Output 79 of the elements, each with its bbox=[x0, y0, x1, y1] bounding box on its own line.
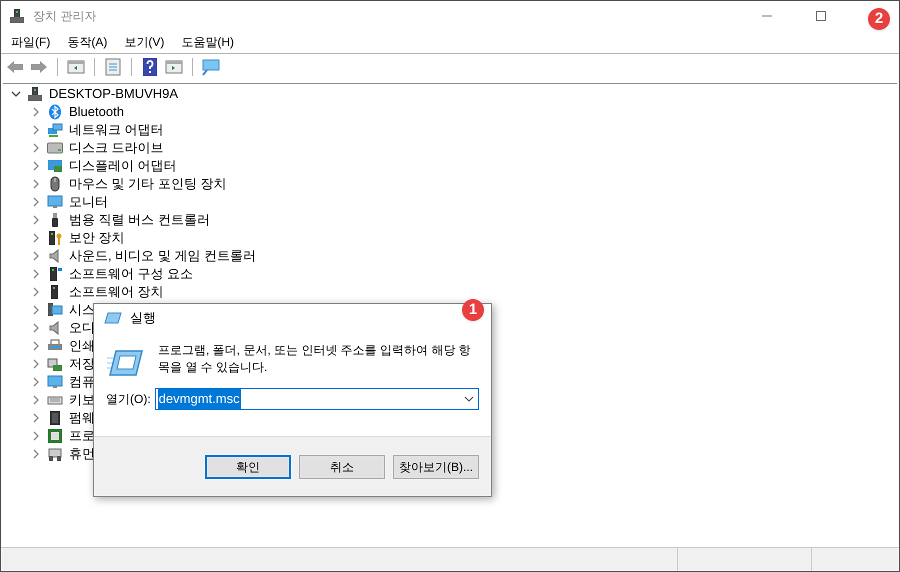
tree-item[interactable]: 디스크 드라이브 bbox=[69, 138, 164, 158]
tree-item[interactable]: 컴퓨 bbox=[69, 372, 95, 392]
tree-item[interactable]: 키보 bbox=[69, 390, 95, 410]
field-value: devmgmt.msc bbox=[158, 389, 241, 409]
step-badge: 1 bbox=[462, 299, 484, 321]
tree-item[interactable]: 저장 bbox=[69, 354, 95, 374]
tower-icon bbox=[47, 266, 63, 282]
bluetooth-icon bbox=[47, 104, 63, 120]
processor-icon bbox=[47, 428, 63, 444]
chevron-right-icon[interactable] bbox=[31, 143, 41, 153]
menu-item[interactable]: 보기(V) bbox=[124, 33, 164, 51]
chevron-right-icon[interactable] bbox=[31, 197, 41, 207]
key-tower-icon bbox=[47, 230, 63, 246]
chevron-right-icon[interactable] bbox=[31, 107, 41, 117]
network-icon bbox=[47, 122, 63, 138]
dialog-button[interactable]: 찾아보기(B)... bbox=[393, 454, 479, 478]
tree-item[interactable]: 디스플레이 어댑터 bbox=[69, 156, 177, 176]
chevron-right-icon[interactable] bbox=[31, 125, 41, 135]
monitor-icon bbox=[47, 194, 63, 210]
display-adapter-icon bbox=[47, 158, 63, 174]
monitor-icon bbox=[47, 374, 63, 390]
gamepad-icon bbox=[47, 446, 63, 462]
tree-item[interactable]: 소프트웨어 장치 bbox=[69, 282, 164, 302]
tree-item[interactable]: 오디 bbox=[69, 318, 95, 338]
chevron-right-icon[interactable] bbox=[31, 215, 41, 225]
window-title: 장치 관리자 bbox=[33, 8, 96, 25]
computer-icon bbox=[47, 302, 63, 318]
scan-monitor-icon[interactable] bbox=[201, 56, 221, 76]
chevron-right-icon[interactable] bbox=[31, 395, 41, 405]
dialog-message: 프로그램, 폴더, 문서, 또는 인터넷 주소를 입력하여 해당 항목을 열 수 있습니다. bbox=[158, 342, 472, 376]
tree-item[interactable]: 사운드, 비디오 및 게임 컨트롤러 bbox=[69, 246, 256, 266]
chevron-right-icon[interactable] bbox=[31, 341, 41, 351]
chevron-right-icon[interactable] bbox=[31, 305, 41, 315]
menu-item[interactable]: 동작(A) bbox=[67, 33, 108, 51]
tree-item[interactable]: DESKTOP-BMUVH9A bbox=[49, 84, 178, 104]
tree-item[interactable]: 마우스 및 기타 포인팅 장치 bbox=[69, 174, 226, 194]
tree-item[interactable]: 시스 bbox=[69, 300, 95, 320]
storage-icon bbox=[47, 356, 63, 372]
chevron-right-icon[interactable] bbox=[31, 161, 41, 171]
tree-item[interactable]: 소프트웨어 구성 요소 bbox=[69, 264, 194, 284]
app-icon bbox=[9, 8, 25, 24]
chip-icon bbox=[47, 410, 63, 426]
chevron-right-icon[interactable] bbox=[31, 431, 41, 441]
chevron-right-icon[interactable] bbox=[31, 377, 41, 387]
tree-item[interactable]: 모니터 bbox=[69, 192, 108, 212]
menu-item[interactable]: 도움말(H) bbox=[181, 33, 234, 51]
tree-item[interactable]: 휴먼 bbox=[69, 444, 95, 464]
chevron-right-icon[interactable] bbox=[31, 233, 41, 243]
chevron-right-icon[interactable] bbox=[31, 251, 41, 261]
chevron-down-icon[interactable] bbox=[11, 89, 21, 99]
chevron-right-icon[interactable] bbox=[31, 359, 41, 369]
help-icon[interactable] bbox=[140, 56, 160, 76]
tree-item[interactable]: 보안 장치 bbox=[69, 228, 125, 248]
menu-item[interactable]: 파일(F) bbox=[11, 33, 50, 51]
chevron-right-icon[interactable] bbox=[31, 449, 41, 459]
tree-item[interactable]: 프로 bbox=[69, 426, 95, 446]
maximize-icon[interactable] bbox=[815, 10, 827, 22]
chevron-right-icon[interactable] bbox=[31, 287, 41, 297]
drive-icon bbox=[47, 140, 63, 156]
tree-item[interactable]: 인쇄 bbox=[69, 336, 95, 356]
chevron-right-icon[interactable] bbox=[31, 269, 41, 279]
run-icon bbox=[106, 348, 144, 378]
tree-item[interactable]: Bluetooth bbox=[69, 102, 124, 122]
field-label: 열기(O): bbox=[106, 391, 151, 408]
chevron-right-icon[interactable] bbox=[31, 323, 41, 333]
dialog-button[interactable]: 확인 bbox=[205, 454, 291, 478]
dialog-title: 실행 bbox=[130, 309, 156, 328]
tree-item[interactable]: 네트워크 어댑터 bbox=[69, 120, 164, 140]
run-icon bbox=[104, 312, 122, 324]
tree-item[interactable]: 펌웨 bbox=[69, 408, 95, 428]
properties-icon[interactable] bbox=[103, 56, 123, 76]
dialog-button[interactable]: 취소 bbox=[299, 454, 385, 478]
dropdown-caret-icon[interactable] bbox=[464, 394, 474, 404]
computer-icon bbox=[27, 86, 43, 102]
chevron-right-icon[interactable] bbox=[31, 179, 41, 189]
open-field[interactable]: devmgmt.msc bbox=[154, 388, 479, 410]
chevron-right-icon[interactable] bbox=[31, 413, 41, 423]
step-badge: 2 bbox=[868, 8, 890, 30]
tree-item[interactable]: 범용 직렬 버스 컨트롤러 bbox=[69, 210, 210, 230]
